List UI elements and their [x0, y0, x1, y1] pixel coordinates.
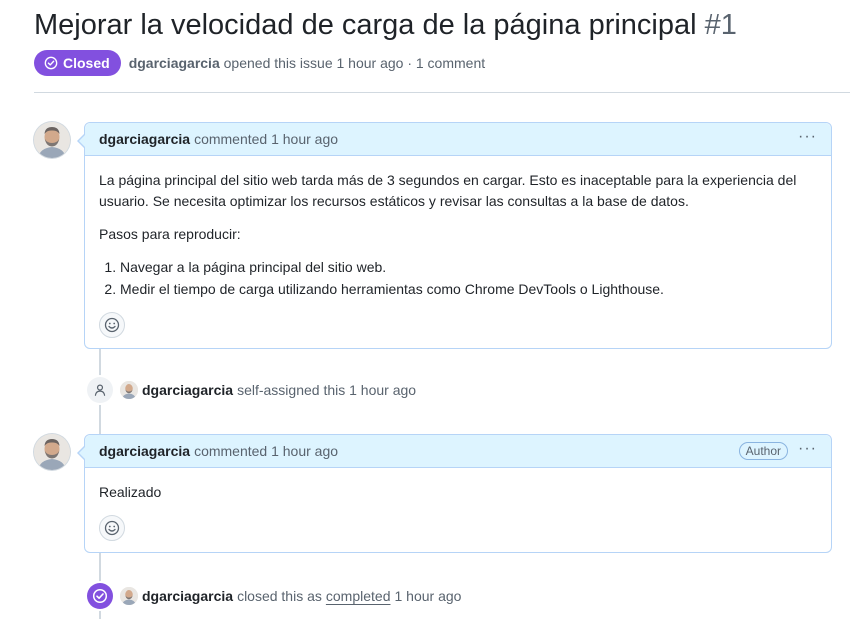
- comment-box: dgarciagarcia commented 1 hour ago ··· L…: [77, 122, 832, 350]
- event-text: self-assigned this 1 hour ago: [237, 382, 417, 398]
- event-timestamp: 1 hour ago: [394, 588, 462, 604]
- issue-meta: Closed dgarciagarcia opened this issue 1…: [34, 50, 485, 76]
- comment-box: dgarciagarcia commented 1 hour ago Autho…: [77, 434, 832, 553]
- comment-paragraph: Pasos para reproducir:: [99, 226, 241, 242]
- user-avatar-image: [34, 122, 70, 158]
- event-icon-badge: [87, 583, 113, 609]
- user-avatar-image: [120, 587, 138, 605]
- comment-header: dgarciagarcia commented 1 hour ago Autho…: [85, 435, 831, 468]
- issue-opened-info: dgarciagarcia opened this issue 1 hour a…: [129, 55, 485, 71]
- header-divider: [34, 92, 850, 93]
- comment-paragraph: La página principal del sitio web tarda …: [99, 172, 797, 209]
- user-avatar-image: [34, 434, 70, 470]
- closed-event: dgarciagarcia closed this as completed 1…: [87, 583, 461, 609]
- add-reaction-button[interactable]: [99, 312, 125, 338]
- comment-timestamp: commented 1 hour ago: [194, 443, 339, 459]
- issue-title: Mejorar la velocidad de carga de la pági…: [34, 9, 697, 41]
- add-reaction-button[interactable]: [99, 515, 125, 541]
- avatar[interactable]: [120, 381, 138, 399]
- status-label: Closed: [63, 55, 110, 71]
- steps-list: Navegar a la página principal del sitio …: [99, 257, 817, 300]
- comment-header: dgarciagarcia commented 1 hour ago ···: [85, 123, 831, 156]
- event-user-link[interactable]: dgarciagarcia: [142, 588, 233, 604]
- smiley-icon: [104, 317, 120, 333]
- comment-timestamp: commented 1 hour ago: [194, 131, 339, 147]
- event-text: closed this as: [237, 588, 322, 604]
- user-avatar-image: [120, 381, 138, 399]
- issue-author-link[interactable]: dgarciagarcia: [129, 55, 220, 71]
- issue-title-heading: Mejorar la velocidad de carga de la pági…: [34, 6, 737, 44]
- comment-body: La página principal del sitio web tarda …: [85, 156, 831, 350]
- comment-menu-button[interactable]: ···: [798, 441, 817, 461]
- list-item: Medir el tiempo de carga utilizando herr…: [120, 279, 817, 300]
- avatar[interactable]: [120, 587, 138, 605]
- completed-link[interactable]: completed: [326, 588, 391, 604]
- comment-body: Realizado: [85, 468, 831, 553]
- event-user-link[interactable]: dgarciagarcia: [142, 382, 233, 398]
- check-circle-icon: [44, 56, 58, 70]
- comment-author[interactable]: dgarciagarcia: [99, 443, 190, 459]
- comment-author[interactable]: dgarciagarcia: [99, 131, 190, 147]
- issue-opened-text: opened this issue 1 hour ago · 1 comment: [223, 55, 486, 71]
- avatar[interactable]: [34, 122, 70, 158]
- assigned-event: dgarciagarcia self-assigned this 1 hour …: [87, 377, 416, 403]
- status-badge: Closed: [34, 50, 121, 76]
- author-badge: Author: [738, 442, 789, 460]
- event-icon-badge: [87, 377, 113, 403]
- comment-menu-button[interactable]: ···: [798, 129, 817, 149]
- list-item: Navegar a la página principal del sitio …: [120, 257, 817, 278]
- check-circle-icon: [92, 588, 108, 604]
- smiley-icon: [104, 520, 120, 536]
- comment-paragraph: Realizado: [99, 484, 162, 500]
- avatar[interactable]: [34, 434, 70, 470]
- issue-number: #1: [704, 9, 737, 41]
- person-icon: [94, 384, 106, 396]
